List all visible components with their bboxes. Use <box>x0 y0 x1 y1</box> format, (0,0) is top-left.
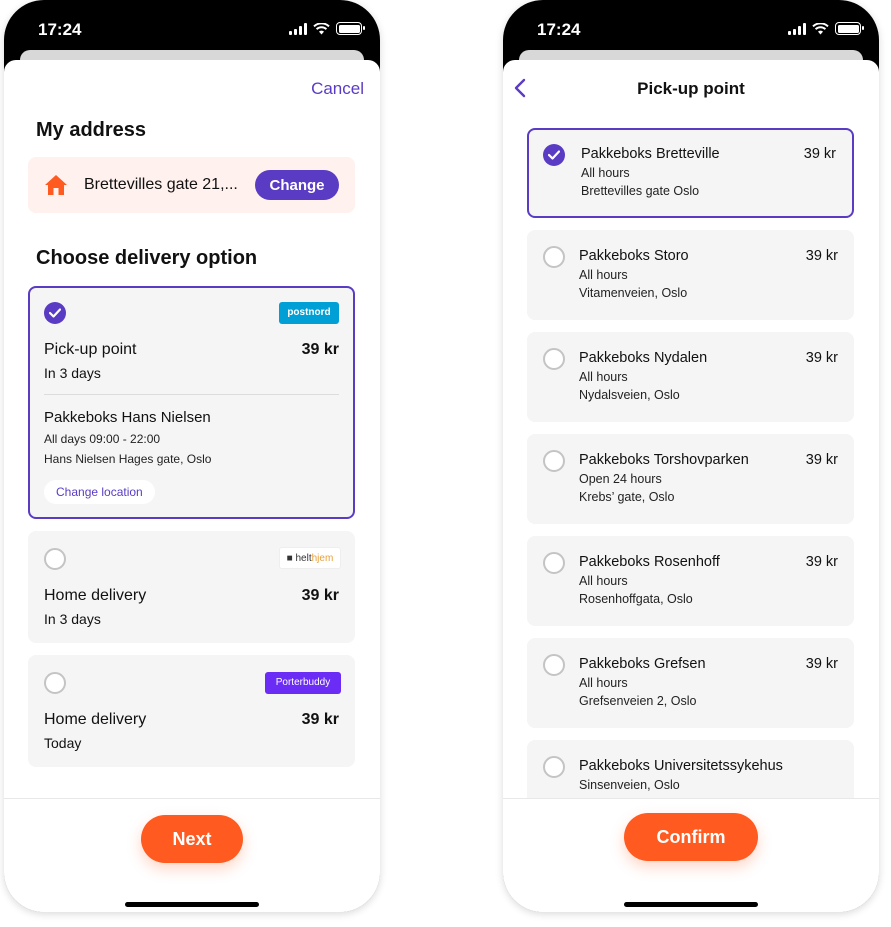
location-name: Pakkeboks Hans Nielsen <box>44 409 211 426</box>
delivery-sheet: Cancel My address Brettevilles gate 21,.… <box>4 60 380 912</box>
status-time: 17:24 <box>38 20 82 39</box>
radio-unchecked-icon[interactable] <box>44 548 66 570</box>
phone-delivery-options: 17:24 Cancel My address Brettevilles gat… <box>4 0 380 912</box>
battery-icon <box>336 22 365 35</box>
point-hours: All hours <box>579 574 628 588</box>
radio-unchecked-icon[interactable] <box>543 450 565 472</box>
radio-unchecked-icon[interactable] <box>543 348 565 370</box>
helthjem-logo-text-a: helt <box>295 553 312 564</box>
option-eta: In 3 days <box>44 365 101 381</box>
status-time: 17:24 <box>537 20 581 39</box>
point-price: 39 kr <box>805 452 838 468</box>
point-price: 39 kr <box>805 248 838 264</box>
postnord-logo: postnord <box>279 302 339 324</box>
pickup-sheet: Pick-up point Pakkeboks Bretteville 39 k… <box>503 60 879 912</box>
pickup-point-item[interactable]: Pakkeboks Nydalen 39 kr All hours Nydals… <box>527 332 854 422</box>
point-address: Grefsenveien 2, Oslo <box>579 694 697 708</box>
next-button[interactable]: Next <box>141 815 243 863</box>
point-hours: Open 24 hours <box>579 472 662 486</box>
status-icons <box>788 22 864 35</box>
my-address-heading: My address <box>36 119 147 141</box>
point-address: Sinsenveien, Oslo <box>579 778 680 792</box>
pickup-point-item[interactable]: Pakkeboks Torshovparken 39 kr Open 24 ho… <box>527 434 854 524</box>
radio-checked-icon[interactable] <box>543 144 565 166</box>
home-icon <box>45 175 67 195</box>
option-title: Home delivery <box>44 587 147 604</box>
point-hours: All hours <box>579 676 628 690</box>
point-hours: All hours <box>581 166 630 180</box>
helthjem-logo-text-b: hjem <box>311 553 334 564</box>
point-name: Pakkeboks Rosenhoff <box>579 554 720 570</box>
signal-icon <box>788 22 806 35</box>
home-indicator <box>125 902 259 907</box>
delivery-option-heading: Choose delivery option <box>36 247 258 269</box>
point-address: Brettevilles gate Oslo <box>581 184 700 198</box>
status-icons <box>289 22 365 35</box>
option-price: 39 kr <box>301 587 339 604</box>
point-name: Pakkeboks Nydalen <box>579 350 708 366</box>
pickup-point-item[interactable]: Pakkeboks Rosenhoff 39 kr All hours Rose… <box>527 536 854 626</box>
page-title: Pick-up point <box>637 79 745 98</box>
porterbuddy-logo: Porterbuddy <box>265 672 341 694</box>
option-title: Pick-up point <box>44 341 137 358</box>
radio-unchecked-icon[interactable] <box>543 552 565 574</box>
wifi-icon <box>313 22 330 34</box>
point-name: Pakkeboks Grefsen <box>579 656 706 672</box>
option-eta: Today <box>44 735 82 751</box>
point-name: Pakkeboks Torshovparken <box>579 452 749 468</box>
point-address: Rosenhoffgata, Oslo <box>579 592 693 606</box>
footer: Confirm <box>503 798 879 912</box>
point-address: Vitamenveien, Oslo <box>579 286 688 300</box>
radio-unchecked-icon[interactable] <box>44 672 66 694</box>
address-box: Brettevilles gate 21,... Change <box>28 157 355 213</box>
option-price: 39 kr <box>301 341 339 358</box>
helthjem-logo: ■ helthjem <box>279 547 341 569</box>
change-address-button[interactable]: Change <box>255 170 339 200</box>
battery-icon <box>835 22 864 35</box>
point-hours: All hours <box>579 370 628 384</box>
phone-pickup-point: 17:24 Pick-up point Pakkeboks Brettevill… <box>503 0 879 912</box>
pickup-point-item[interactable]: Pakkeboks Storo 39 kr All hours Vitamenv… <box>527 230 854 320</box>
radio-unchecked-icon[interactable] <box>543 246 565 268</box>
pickup-point-item[interactable]: Pakkeboks Bretteville 39 kr All hours Br… <box>527 128 854 218</box>
point-price: 39 kr <box>805 554 838 570</box>
delivery-option-pickup[interactable]: postnord Pick-up point 39 kr In 3 days P… <box>28 286 355 519</box>
pickup-point-item[interactable]: Pakkeboks Grefsen 39 kr All hours Grefse… <box>527 638 854 728</box>
address-text: Brettevilles gate 21,... <box>84 176 238 193</box>
location-address: Hans Nielsen Hages gate, Oslo <box>44 452 212 466</box>
point-price: 39 kr <box>803 146 836 162</box>
change-location-button[interactable]: Change location <box>44 480 155 504</box>
cancel-link[interactable]: Cancel <box>311 79 364 99</box>
radio-unchecked-icon[interactable] <box>543 756 565 778</box>
point-address: Krebs’ gate, Oslo <box>579 490 675 504</box>
point-name: Pakkeboks Bretteville <box>581 146 720 162</box>
wifi-icon <box>812 22 829 34</box>
confirm-button[interactable]: Confirm <box>624 813 758 861</box>
delivery-option-home-porterbuddy[interactable]: Porterbuddy Home delivery 39 kr Today <box>28 655 355 767</box>
point-price: 39 kr <box>805 350 838 366</box>
point-hours: All hours <box>579 268 628 282</box>
option-price: 39 kr <box>301 711 339 728</box>
location-hours: All days 09:00 - 22:00 <box>44 432 161 446</box>
radio-unchecked-icon[interactable] <box>543 654 565 676</box>
delivery-option-home-helthjem[interactable]: ■ helthjem Home delivery 39 kr In 3 days <box>28 531 355 643</box>
footer: Next <box>4 798 380 912</box>
home-indicator <box>624 902 758 907</box>
signal-icon <box>289 22 307 35</box>
option-title: Home delivery <box>44 711 147 728</box>
point-address: Nydalsveien, Oslo <box>579 388 680 402</box>
point-name: Pakkeboks Storo <box>579 248 689 264</box>
option-eta: In 3 days <box>44 611 101 627</box>
point-name: Pakkeboks Universitetssykehus <box>579 758 783 774</box>
point-price: 39 kr <box>805 656 838 672</box>
divider <box>44 394 339 395</box>
radio-checked-icon[interactable] <box>44 302 66 324</box>
